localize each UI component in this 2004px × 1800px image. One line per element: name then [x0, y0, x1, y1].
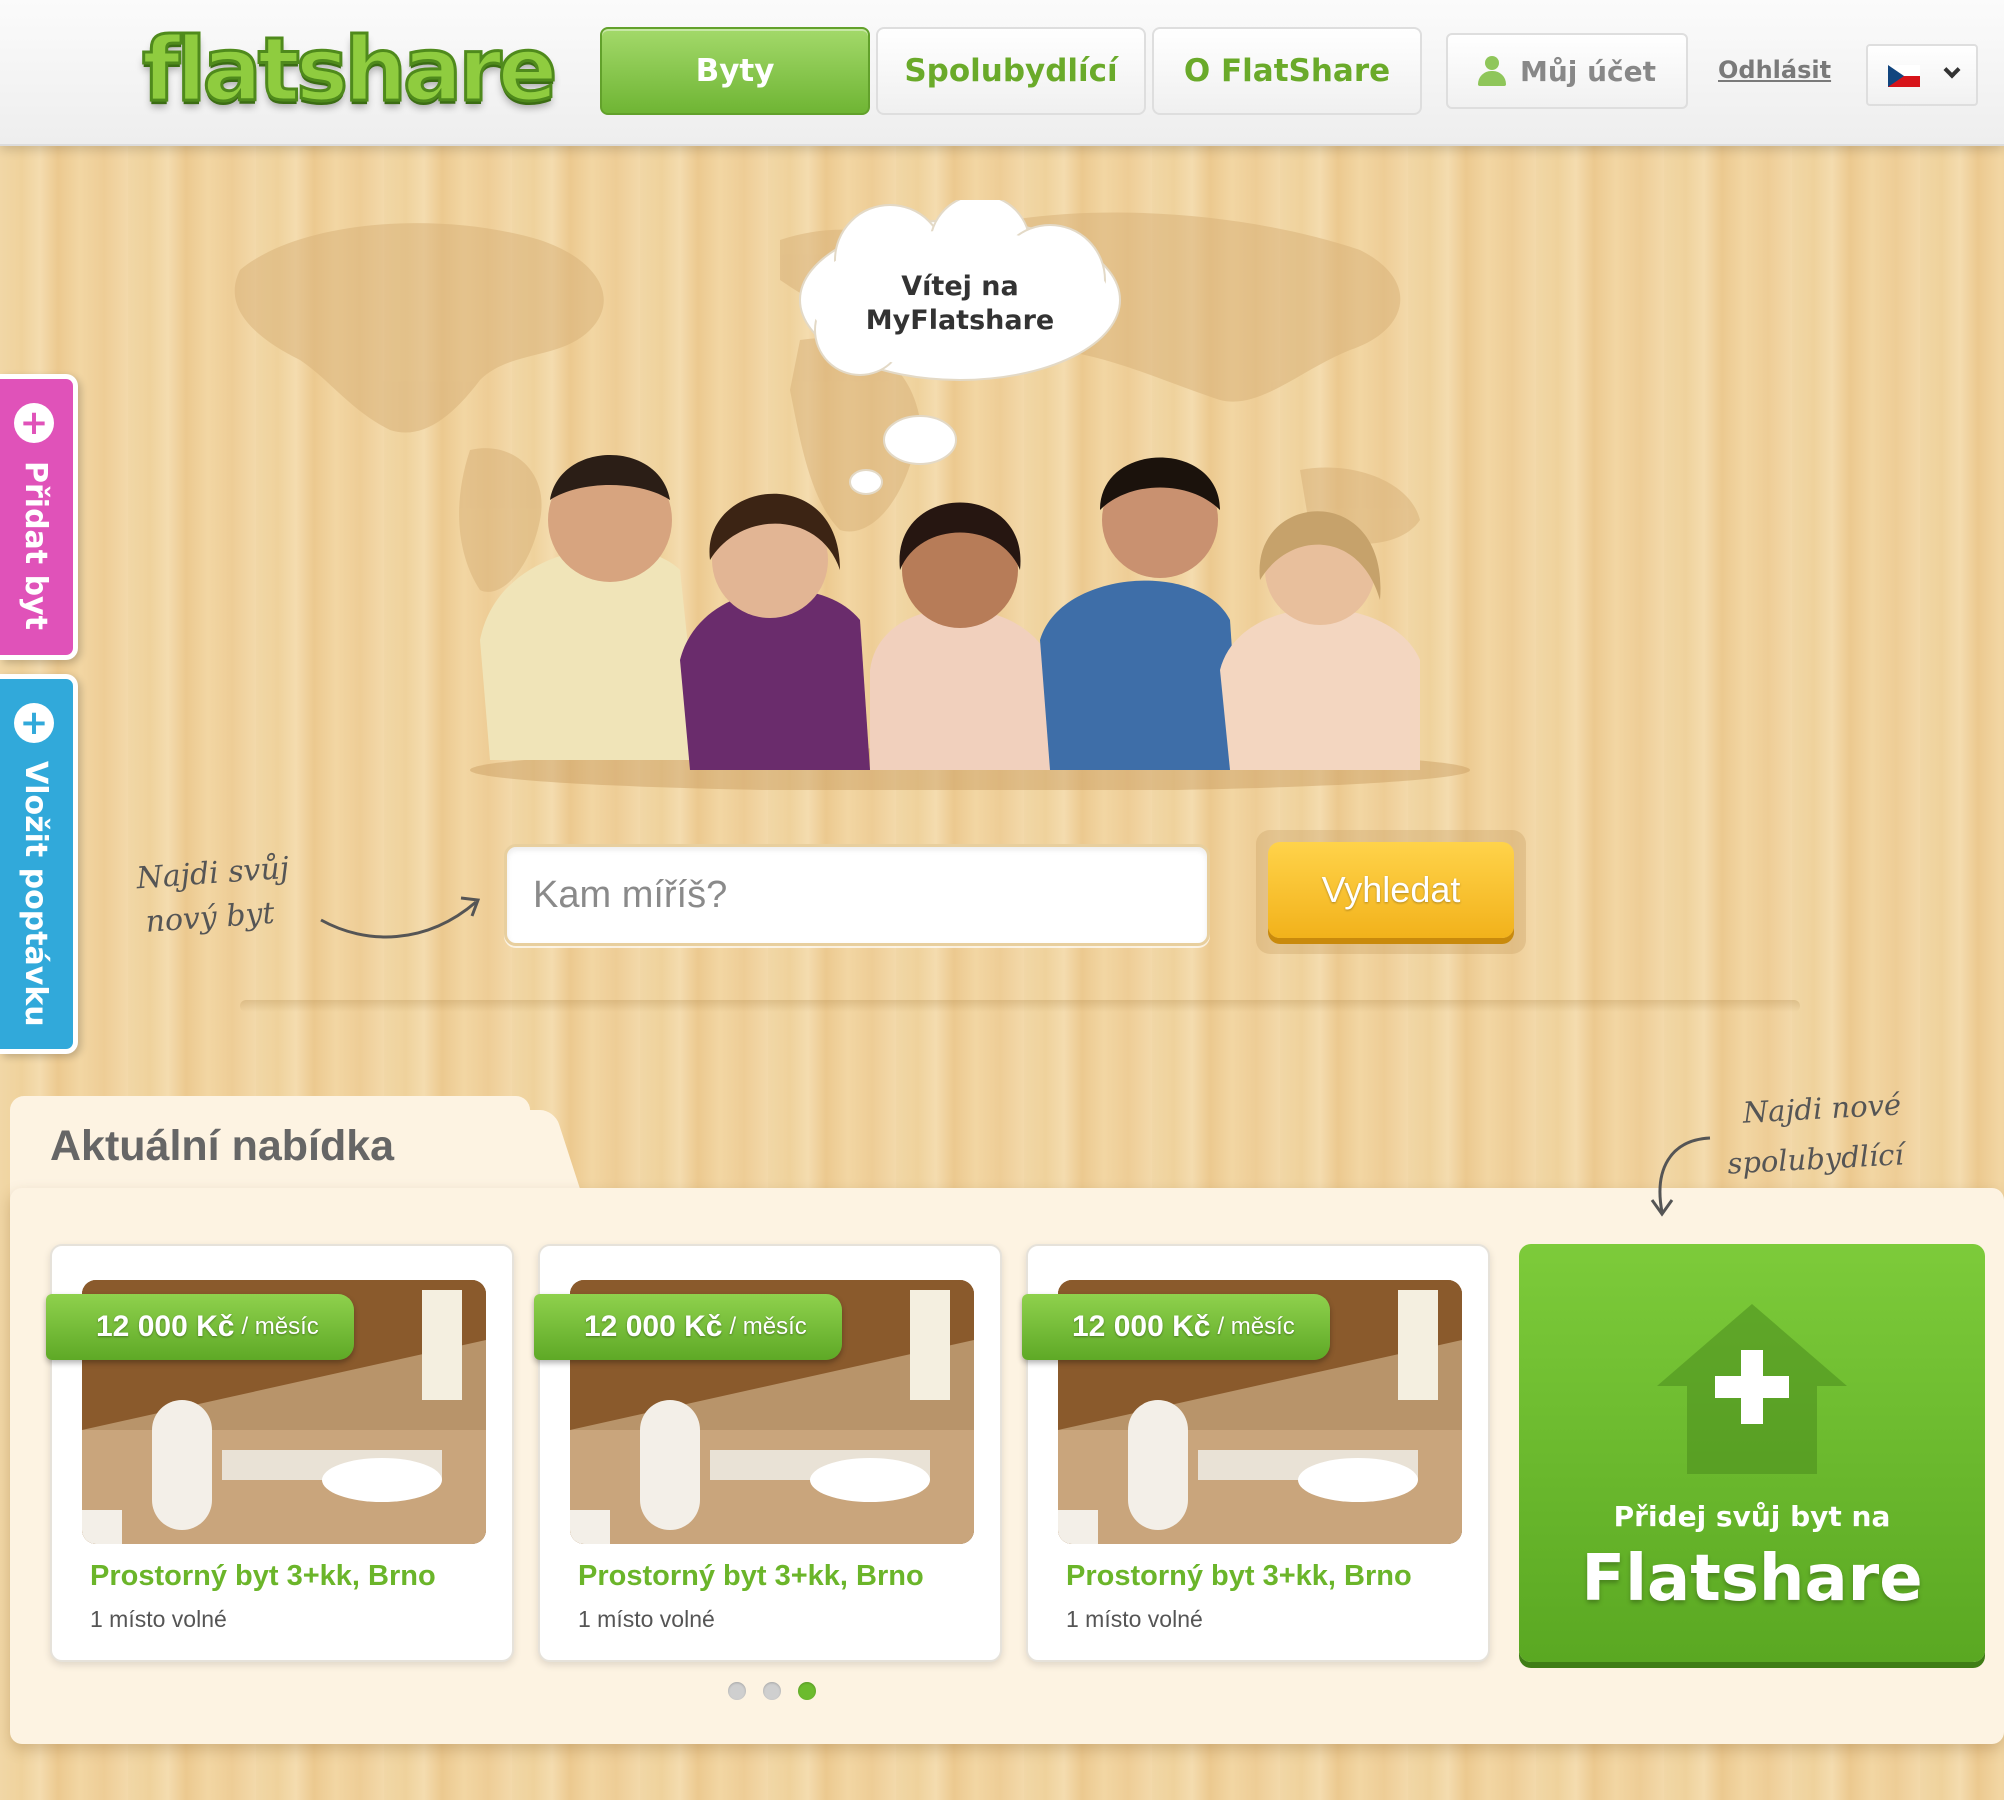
add-flat-label: Přidat byt: [18, 461, 53, 630]
offer-card[interactable]: 12 000 Kč / měsíc Prostorný byt 3+kk, Br…: [1022, 1244, 1490, 1662]
add-request-label: Vložit poptávku: [18, 761, 53, 1027]
my-account-label: Můj účet: [1519, 54, 1657, 88]
welcome-line-2: MyFlatshare: [865, 305, 1055, 336]
price-amount: 12 000 Kč: [1072, 1310, 1211, 1343]
user-icon: [1477, 56, 1506, 86]
tab-o-flatshare[interactable]: O FlatShare: [1152, 27, 1422, 115]
plus-icon: +: [14, 703, 54, 743]
promo-text: Přidej svůj byt na: [1613, 1500, 1891, 1533]
offer-title[interactable]: Prostorný byt 3+kk, Brno: [90, 1560, 436, 1593]
offer-availability: 1 místo volné: [90, 1606, 227, 1632]
cz-flag-icon: [1888, 65, 1920, 87]
price-amount: 12 000 Kč: [96, 1310, 235, 1343]
offers-title: Aktuální nabídka: [50, 1122, 395, 1170]
carousel-dot-active[interactable]: [798, 1682, 816, 1700]
carousel-dot[interactable]: [728, 1682, 746, 1700]
price-badge: 12 000 Kč / měsíc: [46, 1294, 354, 1360]
tab-spolubydlici[interactable]: Spolubydlící: [876, 27, 1146, 115]
offer-card[interactable]: 12 000 Kč / měsíc Prostorný byt 3+kk, Br…: [46, 1244, 514, 1662]
offer-availability: 1 místo volné: [578, 1606, 715, 1632]
hint-arrow-icon: [320, 896, 481, 939]
price-amount: 12 000 Kč: [584, 1310, 723, 1343]
offer-card[interactable]: 12 000 Kč / měsíc Prostorný byt 3+kk, Br…: [534, 1244, 1002, 1662]
carousel-dot[interactable]: [763, 1682, 781, 1700]
hint-arrow-icon: [1650, 1136, 1711, 1217]
welcome-line-1: Vítej na: [901, 271, 1019, 302]
tab-byty[interactable]: Byty: [600, 27, 870, 115]
find-flat-hint: Najdi svůj nový byt: [135, 847, 294, 945]
offer-title[interactable]: Prostorný byt 3+kk, Brno: [578, 1560, 924, 1593]
search-button[interactable]: Vyhledat: [1268, 842, 1514, 938]
welcome-text: Vítej na MyFlatshare: [820, 270, 1100, 338]
price-badge: 12 000 Kč / měsíc: [1022, 1294, 1330, 1360]
search-input[interactable]: [504, 844, 1210, 946]
add-flat-side-tab[interactable]: + Přidat byt: [0, 374, 78, 660]
add-request-side-tab[interactable]: + Vložit poptávku: [0, 674, 78, 1054]
top-header: flatshare Byty Spolubydlící O FlatShare …: [0, 0, 2004, 146]
price-unit: / měsíc: [729, 1313, 807, 1340]
my-account-button[interactable]: Můj účet: [1446, 33, 1688, 109]
promo-brand: Flatshare: [1581, 1542, 1923, 1616]
carousel-pagination: [728, 1682, 816, 1700]
offer-availability: 1 místo volné: [1066, 1606, 1203, 1632]
find-roommates-hint: Najdi nové spolubydlící: [1724, 1079, 1905, 1188]
price-unit: / měsíc: [241, 1313, 319, 1340]
price-badge: 12 000 Kč / měsíc: [534, 1294, 842, 1360]
divider: [240, 1000, 1800, 1012]
price-unit: / měsíc: [1217, 1313, 1295, 1340]
flatshare-logo[interactable]: flatshare: [140, 17, 558, 123]
language-select[interactable]: [1866, 44, 1978, 106]
add-flat-promo[interactable]: Přidej svůj byt na Flatshare: [1519, 1244, 1985, 1662]
find-roommates-hint-line-1: Najdi nové: [1741, 1087, 1902, 1130]
plus-icon: +: [14, 403, 54, 443]
find-flat-hint-line-2: nový byt: [144, 895, 276, 940]
house-plus-icon: [1657, 1304, 1847, 1474]
logout-link[interactable]: Odhlásit: [1718, 56, 1831, 84]
group-photo: [470, 455, 1470, 790]
chevron-down-icon: [1943, 61, 1961, 79]
find-roommates-hint-line-2: spolubydlící: [1726, 1137, 1905, 1181]
offer-title[interactable]: Prostorný byt 3+kk, Brno: [1066, 1560, 1412, 1593]
